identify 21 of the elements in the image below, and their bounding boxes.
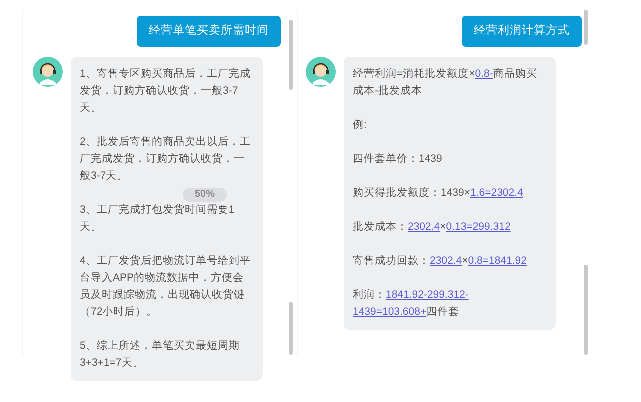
answer-paragraph: 例: bbox=[353, 118, 368, 134]
zoom-indicator: 50% bbox=[183, 188, 228, 202]
answer-paragraph: 寄售成功回款：2302.4×0.8=1841.92 bbox=[353, 254, 528, 270]
answer-paragraph: 3、工厂完成打包发货时间需要1天。 bbox=[80, 203, 236, 236]
answer-paragraph: 1、寄售专区购买商品后，工厂完成发货，订购方确认收货，一般3-7天。 bbox=[80, 67, 252, 116]
answer-paragraph: 5、综上所述，单笔买卖最短周期3+3+1=7天。 bbox=[80, 339, 241, 372]
agent-avatar-icon bbox=[306, 57, 336, 88]
scrollbar-thumb[interactable] bbox=[289, 20, 293, 90]
answer-paragraph: 经营利润=消耗批发额度×0.8-商品购买成本-批发成本 bbox=[353, 67, 538, 100]
scrollbar-thumb[interactable] bbox=[584, 265, 588, 355]
answer-paragraph: 4、工厂发货后把物流订单号给到平台导入APP的物流数据中，方便会员及时跟踪物流，出现确认收货键（72小时后）。 bbox=[80, 254, 252, 320]
answer-paragraph: 购买得批发额度：1439×1.6=2302.4 bbox=[353, 186, 524, 202]
agent-avatar-icon bbox=[33, 57, 63, 88]
answer-paragraph: 批发成本：2302.4×0.13=299.312 bbox=[353, 220, 512, 236]
answer-paragraph: 四件套单价：1439 bbox=[353, 152, 444, 168]
question-bubble: 经营利润计算方式 bbox=[462, 16, 582, 48]
answer-paragraph: 2、批发后寄售的商品卖出以后，工厂完成发货，订购方确认收货，一般3-7天。 bbox=[80, 135, 252, 184]
question-bubble: 经营单笔买卖所需时间 bbox=[137, 16, 281, 48]
answer-paragraph: 利润：1841.92-299.312-1439=103.608+四件套 bbox=[353, 288, 470, 320]
scrollbar-thumb[interactable] bbox=[289, 302, 293, 355]
scrollbar-thumb[interactable] bbox=[584, 10, 588, 45]
